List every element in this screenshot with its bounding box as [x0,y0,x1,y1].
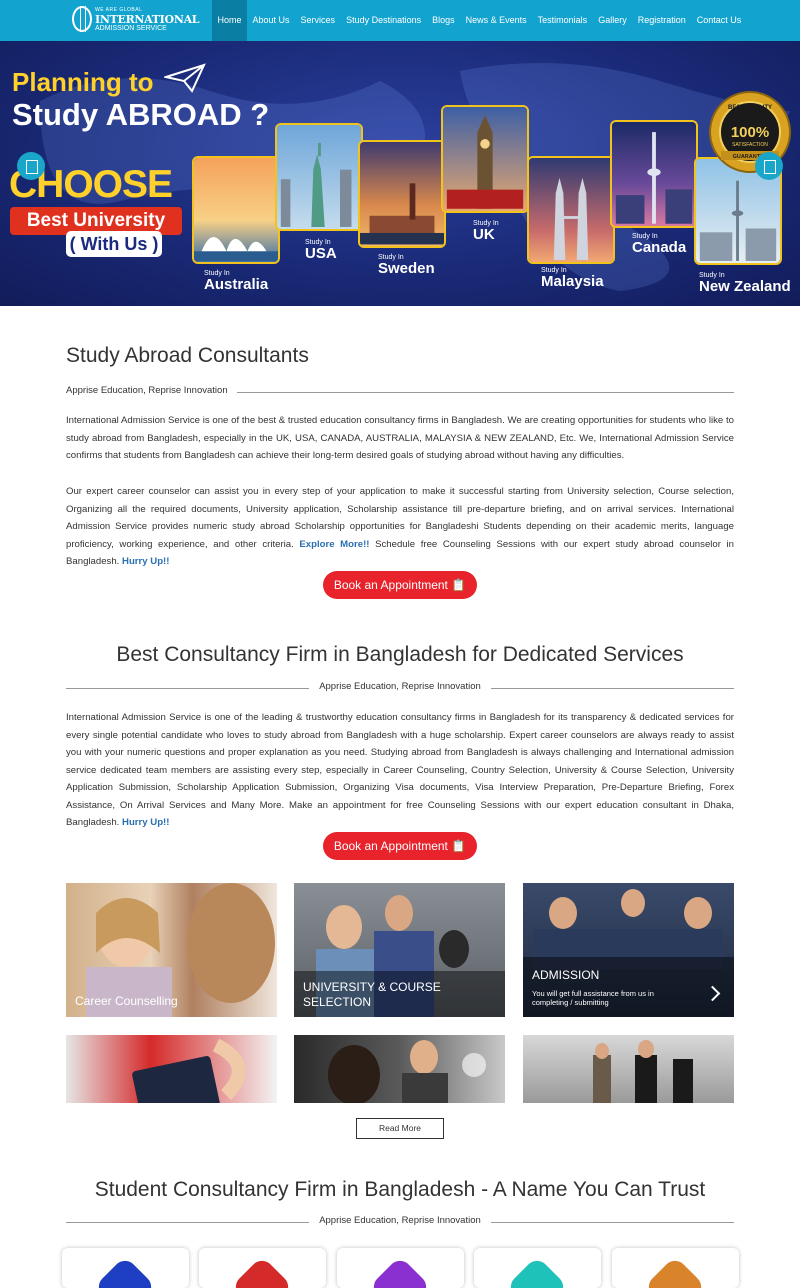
divider-right [491,1222,734,1223]
main-menu: Home About Us Services Study Destination… [212,0,747,41]
tile-title: UNIVERSITY & COURSE SELECTION [303,980,441,1009]
book-appointment-button[interactable]: Book an Appointment 📋 [323,571,477,599]
tile-university-course[interactable]: UNIVERSITY & COURSE SELECTION [294,883,505,1017]
service-icon [505,1255,569,1288]
section-title-best-consultancy: Best Consultancy Firm in Bangladesh for … [116,643,684,666]
label-malaysia: Study In Malaysia [541,267,604,290]
label-new-zealand: Study In New Zealand [699,272,791,295]
photo-passport-graphic [132,1038,246,1103]
opera-house-graphic [194,237,278,261]
explore-more-link[interactable]: Explore More!! [299,539,369,550]
badge-percent: 100% [731,124,769,141]
card-australia [192,156,280,264]
card-sweden [358,140,446,248]
top-navbar: WE ARE GLOBAL INTERNATIONAL ADMISSION SE… [0,0,800,41]
service-icon [368,1255,432,1288]
service-card[interactable] [337,1248,464,1288]
hero-banner: Planning to Study ABROAD ? CHOOSE Best U… [0,41,800,306]
menu-gallery[interactable]: Gallery [593,0,633,41]
menu-study-destinations[interactable]: Study Destinations [341,0,427,41]
menu-contact-us[interactable]: Contact Us [691,0,747,41]
photo-interview-graphic [328,1040,486,1103]
book-appointment-button-2[interactable]: Book an Appointment 📋 [323,832,477,860]
service-icon [643,1255,707,1288]
label-usa: Study In USA [305,239,337,262]
section-tagline: Apprise Education, Reprise Innovation [319,1215,481,1226]
divider-right [491,688,734,689]
divider [237,392,734,393]
service-icon [93,1255,157,1288]
badge-satisfaction: SATISFACTION [732,142,768,148]
globe-icon [72,6,92,32]
slider-next-button[interactable] [755,152,783,180]
tile-caption [523,957,734,1017]
card-usa [275,123,363,231]
card-canada [610,120,698,228]
tile-title: ADMISSION [532,968,600,982]
tile-subtitle: You will get full assistance from us in … [532,989,654,1007]
tile-admission[interactable]: ADMISSION You will get full assistance f… [523,883,734,1017]
hero-line2: Study ABROAD ? [12,97,270,132]
menu-testimonials[interactable]: Testimonials [532,0,593,41]
site-logo[interactable]: WE ARE GLOBAL INTERNATIONAL ADMISSION SE… [72,5,200,35]
read-more-button[interactable]: Read More [356,1118,444,1139]
big-ben-graphic [446,115,524,209]
hero-line1: Planning to [12,67,154,97]
hurry-up-link[interactable]: Hurry Up!! [122,556,169,567]
service-card[interactable] [474,1248,601,1288]
badge-top-text: BEST QUALITY [728,105,772,111]
section-tagline: Apprise Education, Reprise Innovation [66,385,228,396]
service-card[interactable] [199,1248,326,1288]
label-uk: Study In UK [473,220,499,243]
service-card[interactable] [62,1248,189,1288]
photo-travel-graphic [593,1040,693,1103]
tile-career-counselling[interactable]: Career Counselling [66,883,277,1017]
hurry-up-link[interactable]: Hurry Up!! [122,817,169,828]
section-title-trust: Student Consultancy Firm in Bangladesh -… [94,1178,706,1201]
counselor-paragraph: Our expert career counselor can assist y… [66,483,734,571]
cn-tower-graphic [615,132,693,224]
card-malaysia [527,156,615,264]
menu-about-us[interactable]: About Us [247,0,295,41]
card-uk [441,105,529,213]
label-australia: Study In Australia [204,270,269,293]
services-text: International Admission Service is one o… [66,712,734,828]
intro-paragraph: International Admission Service is one o… [66,415,734,461]
menu-services[interactable]: Services [295,0,341,41]
tile-visa[interactable] [66,1035,277,1103]
hero-with-us: ( With Us ) [66,231,162,257]
statue-of-liberty-graphic [280,142,352,227]
service-icon [230,1255,294,1288]
label-sweden: Study In Sweden [378,254,435,277]
menu-news-events[interactable]: News & Events [460,0,532,41]
logo-subtitle: ADMISSION SERVICE [95,25,167,32]
paper-plane-icon [164,63,206,93]
petronas-towers-graphic [553,177,589,260]
section-title-study-abroad: Study Abroad Consultants [66,344,309,367]
tile-title: Career Counselling [75,994,178,1008]
service-card[interactable] [612,1248,739,1288]
tile-interview[interactable] [294,1035,505,1103]
stockholm-graphic [360,183,444,245]
tile-departure[interactable] [523,1035,734,1103]
section-tagline: Apprise Education, Reprise Innovation [319,681,481,692]
menu-blogs[interactable]: Blogs [427,0,461,41]
services-paragraph: International Admission Service is one o… [66,709,734,832]
menu-home[interactable]: Home [212,0,248,41]
sky-tower-graphic [699,180,777,261]
slider-prev-button[interactable] [17,152,45,180]
menu-registration[interactable]: Registration [632,0,691,41]
label-canada: Study In Canada [632,233,687,256]
